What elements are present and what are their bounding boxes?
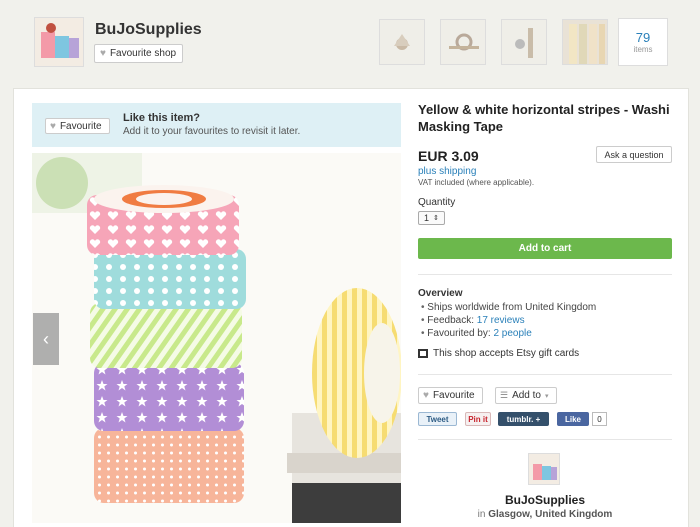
banner-title: Like this item? [123, 112, 201, 124]
add-to-cart-button[interactable]: Add to cart [418, 238, 672, 259]
listing-photo[interactable] [32, 153, 401, 523]
gift-card-text: This shop accepts Etsy gift cards [433, 348, 580, 359]
favourite-button[interactable]: ♥ Favourite [418, 387, 483, 404]
items-count: 79 [635, 30, 651, 45]
shop-item-thumbnail[interactable] [501, 19, 547, 65]
overview-favourited: Favourited by: 2 people [421, 327, 596, 340]
shipping-link[interactable]: plus shipping [418, 166, 476, 177]
gift-card-note: This shop accepts Etsy gift cards [418, 348, 579, 359]
overview-list: Ships worldwide from United Kingdom Feed… [421, 301, 596, 340]
location-text: Glasgow, United Kingdom [488, 509, 613, 520]
favourite-label: Favourite [432, 390, 475, 401]
facebook-like-count: 0 [592, 412, 607, 426]
favourited-label: Favourited by: [427, 328, 494, 339]
quantity-label: Quantity [418, 197, 456, 208]
add-to-label: Add to [512, 390, 541, 401]
shop-avatar[interactable] [34, 17, 84, 67]
listing-card: ♥ Favourite Like this item? Add it to yo… [13, 88, 689, 527]
feedback-label: Feedback: [427, 315, 477, 326]
divider [418, 439, 672, 440]
shop-name[interactable]: BuJoSupplies [95, 21, 202, 39]
list-icon: ☰ [500, 390, 509, 400]
overview-ships: Ships worldwide from United Kingdom [421, 301, 596, 314]
location-prefix: in [477, 509, 489, 520]
chevron-left-icon: ‹ [43, 328, 49, 349]
favourite-item-label: Favourite [59, 120, 102, 132]
heart-icon: ♥ [50, 120, 56, 132]
overview-feedback: Feedback: 17 reviews [421, 314, 596, 327]
reviews-link[interactable]: 17 reviews [477, 315, 525, 326]
previous-image-button[interactable]: ‹ [33, 313, 59, 365]
heart-icon: ♥ [100, 48, 106, 59]
chevron-down-icon: ▾ [545, 392, 549, 400]
facebook-like-button[interactable]: Like [557, 412, 589, 426]
favourite-shop-button[interactable]: ♥ Favourite shop [94, 44, 183, 63]
shop-location: in Glasgow, United Kingdom [418, 509, 672, 520]
items-count-link[interactable]: 79 items [618, 18, 668, 66]
favourite-item-button[interactable]: ♥ Favourite [45, 118, 110, 134]
divider [418, 374, 672, 375]
items-label: items [633, 45, 653, 54]
updown-icon: ⇕ [433, 215, 439, 222]
banner-text: Add it to your favourites to revisit it … [123, 126, 301, 137]
pin-it-button[interactable]: Pin it [465, 412, 491, 426]
vat-note: VAT included (where applicable). [418, 178, 535, 187]
listing-price: EUR 3.09 [418, 148, 479, 164]
shop-footer-name[interactable]: BuJoSupplies [418, 493, 672, 507]
shop-item-thumbnail[interactable] [379, 19, 425, 65]
shop-item-thumbnails [379, 19, 608, 65]
shop-item-thumbnail[interactable] [440, 19, 486, 65]
quantity-value: 1 [424, 213, 430, 223]
favourited-people-link[interactable]: 2 people [493, 328, 531, 339]
ships-text: Ships worldwide from United Kingdom [427, 302, 597, 313]
gift-card-icon [418, 349, 428, 358]
divider [418, 274, 672, 275]
overview-title: Overview [418, 288, 463, 299]
ask-question-button[interactable]: Ask a question [596, 146, 672, 163]
tweet-button[interactable]: Tweet [418, 412, 457, 426]
shop-item-thumbnail[interactable] [562, 19, 608, 65]
favourite-banner: ♥ Favourite Like this item? Add it to yo… [32, 103, 401, 147]
shop-avatar-small[interactable] [528, 453, 560, 485]
listing-title: Yellow & white horizontal stripes - Wash… [418, 102, 670, 134]
add-to-list-button[interactable]: ☰ Add to ▾ [495, 387, 557, 404]
tumblr-button[interactable]: tumblr. + [498, 412, 549, 426]
heart-icon: ♥ [423, 390, 429, 401]
quantity-select[interactable]: 1 ⇕ [418, 211, 445, 225]
favourite-shop-label: Favourite shop [109, 48, 177, 59]
